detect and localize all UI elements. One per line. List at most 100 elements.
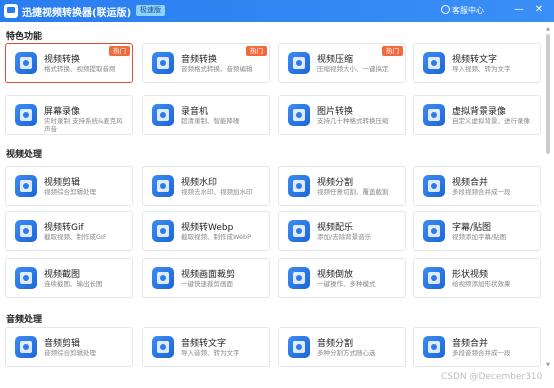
card-watermark[interactable]: 视频水印 视频去水印、视频加水印 [142,166,270,206]
scroll-down-arrow-icon[interactable]: ▼ [545,362,551,368]
card-subtitle[interactable]: 字幕/贴图 视频添加字幕/贴图 [413,211,541,251]
subtitle-icon [423,220,445,242]
shape-icon [423,267,445,289]
minimize-button[interactable]: — [512,3,526,17]
support-center-button[interactable]: 客服中心 [441,5,484,16]
card-title: 视频倒放 [317,270,354,280]
scrollbar-thumb[interactable] [546,34,550,154]
card-desc: 压缩视频大小、一键搞定 [317,65,389,73]
hot-badge: 热门 [382,46,403,56]
screenshot-icon [15,267,37,289]
card-desc: 添加/去除背景音乐 [317,233,372,241]
card-audio-edit[interactable]: 音频剪辑 音频综合剪辑处理 [5,327,133,367]
audio-split-icon [288,336,310,358]
video-convert-icon [15,52,37,74]
card-video-merge[interactable]: 视频合并 多段视频合并成一段 [413,166,541,206]
gif-icon [15,220,37,242]
card-shape-video[interactable]: 形状视频 给视频添加形状效果 [413,258,541,298]
card-audio-convert[interactable]: 音频转换 音频格式转换、音频编辑 热门 [142,43,270,83]
card-audio-merge[interactable]: 音频合并 多段音频合并成一段 [413,327,541,367]
music-icon [288,220,310,242]
video-to-text-icon [423,52,445,74]
card-video-music[interactable]: 视频配乐 添加/去除背景音乐 [278,211,406,251]
card-audio-to-text[interactable]: 音频转文字 导入音频、转为文字 [142,327,270,367]
card-title: 视频分割 [317,178,354,188]
card-image-convert[interactable]: 图片转换 支持几十种格式转换压缩 [278,95,406,135]
reverse-icon [288,267,310,289]
card-desc: 视频综合剪辑处理 [44,188,96,196]
card-video-split[interactable]: 视频分割 视频任意切割、覆盖截割 [278,166,406,206]
card-desc: 给视频添加形状效果 [452,280,511,288]
card-desc: 自定义虚拟背景、进行录像 [452,117,530,125]
card-video-compress[interactable]: 视频压缩 压缩视频大小、一键搞定 热门 [278,43,406,83]
card-title: 形状视频 [452,270,489,280]
video-split-icon [288,175,310,197]
video-merge-icon [423,175,445,197]
card-desc: 格式转换、视频提取音频 [44,65,116,73]
title-bar: 迅捷视频转换器(联运版) 极速版 客服中心 — ✕ [0,0,554,22]
csdn-watermark: CSDN @December310 [441,372,543,382]
card-title: 视频转文字 [452,55,498,65]
card-title: 视频转Gif [44,223,84,233]
card-title: 录音机 [181,107,209,117]
card-title: 字幕/贴图 [452,223,492,233]
app-title: 迅捷视频转换器(联运版) [22,8,132,19]
image-convert-icon [288,104,310,126]
card-title: 视频合并 [452,178,489,188]
card-desc: 实时录制 支持系统&麦克风声音 [44,117,123,133]
card-desc: 一键操作、多种模式 [317,280,376,288]
card-desc: 多种分割方式随心选 [317,349,376,357]
close-button[interactable]: ✕ [532,3,546,17]
card-title: 音频剪辑 [44,339,81,349]
audio-merge-icon [423,336,445,358]
card-desc: 导入视频、转为文字 [452,65,511,73]
support-label: 客服中心 [452,6,484,15]
card-title: 虚拟背景录像 [452,107,507,117]
card-title: 视频画面裁剪 [181,270,236,280]
card-desc: 多段音频合并成一段 [452,349,511,357]
hot-badge: 热门 [109,46,130,56]
card-title: 视频截图 [44,270,81,280]
card-desc: 截取视频、制作成WebP [181,233,252,241]
watermark-icon [152,175,174,197]
card-video-reverse[interactable]: 视频倒放 一键操作、多种模式 [278,258,406,298]
card-desc: 导入音频、转为文字 [181,349,240,357]
card-title: 音频转换 [181,55,218,65]
card-title: 音频分割 [317,339,354,349]
card-title: 视频水印 [181,178,218,188]
card-video-gif[interactable]: 视频转Gif 截取视频、制作成GIF [5,211,133,251]
card-audio-split[interactable]: 音频分割 多种分割方式随心选 [278,327,406,367]
card-title: 视频压缩 [317,55,354,65]
card-video-edit[interactable]: 视频剪辑 视频综合剪辑处理 [5,166,133,206]
section-title-special: 特色功能 [6,32,43,42]
headset-icon [441,5,450,14]
card-title: 视频转换 [44,55,81,65]
recorder-icon [152,104,174,126]
card-desc: 音频格式转换、音频编辑 [181,65,253,73]
card-desc: 连续截图、输出长图 [44,280,103,288]
card-video-to-text[interactable]: 视频转文字 导入视频、转为文字 [413,43,541,83]
screen-record-icon [15,104,37,126]
card-screen-record[interactable]: 屏幕录像 实时录制 支持系统&麦克风声音 [5,95,133,135]
card-video-crop[interactable]: 视频画面裁剪 一键快速裁剪画面 [142,258,270,298]
card-recorder[interactable]: 录音机 超清录制、智能降噪 [142,95,270,135]
edition-badge: 极速版 [136,5,165,16]
card-title: 音频合并 [452,339,489,349]
card-desc: 视频去水印、视频加水印 [181,188,253,196]
card-video-convert[interactable]: 视频转换 格式转换、视频提取音频 热门 [5,43,133,83]
card-video-screenshot[interactable]: 视频截图 连续截图、输出长图 [5,258,133,298]
card-title: 视频转Webp [181,223,234,233]
card-title: 音频转文字 [181,339,227,349]
card-desc: 超清录制、智能降噪 [181,117,240,125]
card-title: 视频剪辑 [44,178,81,188]
card-virtual-bg[interactable]: 虚拟背景录像 自定义虚拟背景、进行录像 [413,95,541,135]
video-compress-icon [288,52,310,74]
app-logo-icon [4,4,18,18]
section-title-audio: 音频处理 [6,315,43,325]
card-title: 图片转换 [317,107,354,117]
crop-icon [152,267,174,289]
virtual-bg-icon [423,104,445,126]
audio-to-text-icon [152,336,174,358]
card-video-webp[interactable]: 视频转Webp 截取视频、制作成WebP [142,211,270,251]
scroll-up-arrow-icon[interactable]: ▲ [545,26,551,32]
